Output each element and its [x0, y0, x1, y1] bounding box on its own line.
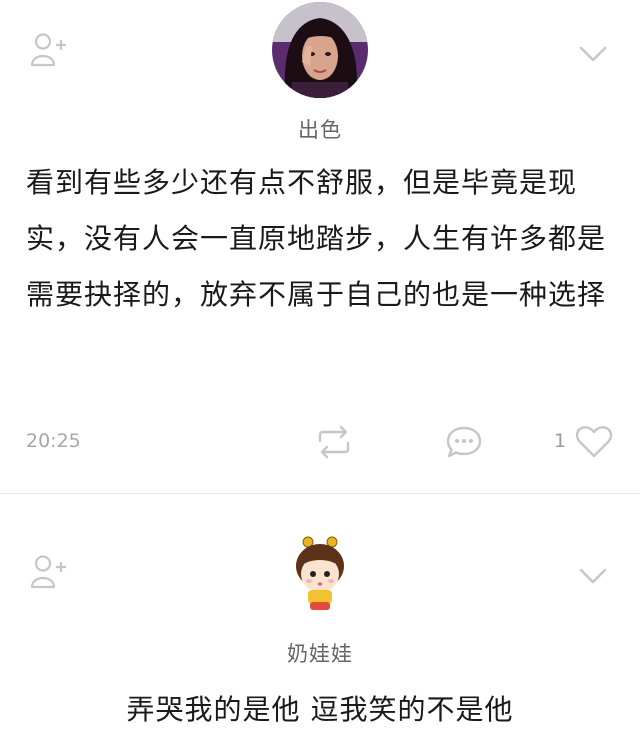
post-time: 20:25 — [26, 430, 81, 452]
post-content: 弄哭我的是他 逗我笑的不是他 — [126, 693, 514, 726]
cartoon-girl-avatar — [272, 524, 368, 620]
chevron-down-icon — [579, 46, 607, 62]
heart-icon — [575, 426, 613, 458]
like-count: 1 — [554, 430, 567, 452]
user-photo — [272, 2, 368, 98]
nickname[interactable]: 奶娃娃 — [0, 638, 640, 668]
add-friend-icon — [30, 555, 66, 589]
comment-icon — [446, 426, 482, 458]
post-card: 奶娃娃 弄哭我的是他 逗我笑的不是他 — [0, 494, 640, 743]
post-content: 看到有些多少还有点不舒服，但是毕竟是现实，没有人会一直原地踏步，人生有许多都是需… — [26, 166, 607, 311]
post-card: 出色 看到有些多少还有点不舒服，但是毕竟是现实，没有人会一直原地踏步，人生有许多… — [0, 0, 640, 493]
chevron-down-icon — [579, 568, 607, 584]
like-button[interactable] — [574, 424, 614, 460]
avatar[interactable] — [272, 524, 368, 620]
repost-icon — [318, 425, 350, 459]
add-friend-icon — [30, 33, 66, 67]
more-options-button[interactable] — [576, 42, 610, 66]
nickname[interactable]: 出色 — [0, 114, 640, 144]
comment-button[interactable] — [444, 424, 484, 460]
follow-button[interactable] — [30, 554, 70, 590]
repost-button[interactable] — [314, 424, 354, 460]
avatar[interactable] — [272, 2, 368, 98]
more-options-button[interactable] — [576, 564, 610, 588]
follow-button[interactable] — [30, 32, 70, 68]
